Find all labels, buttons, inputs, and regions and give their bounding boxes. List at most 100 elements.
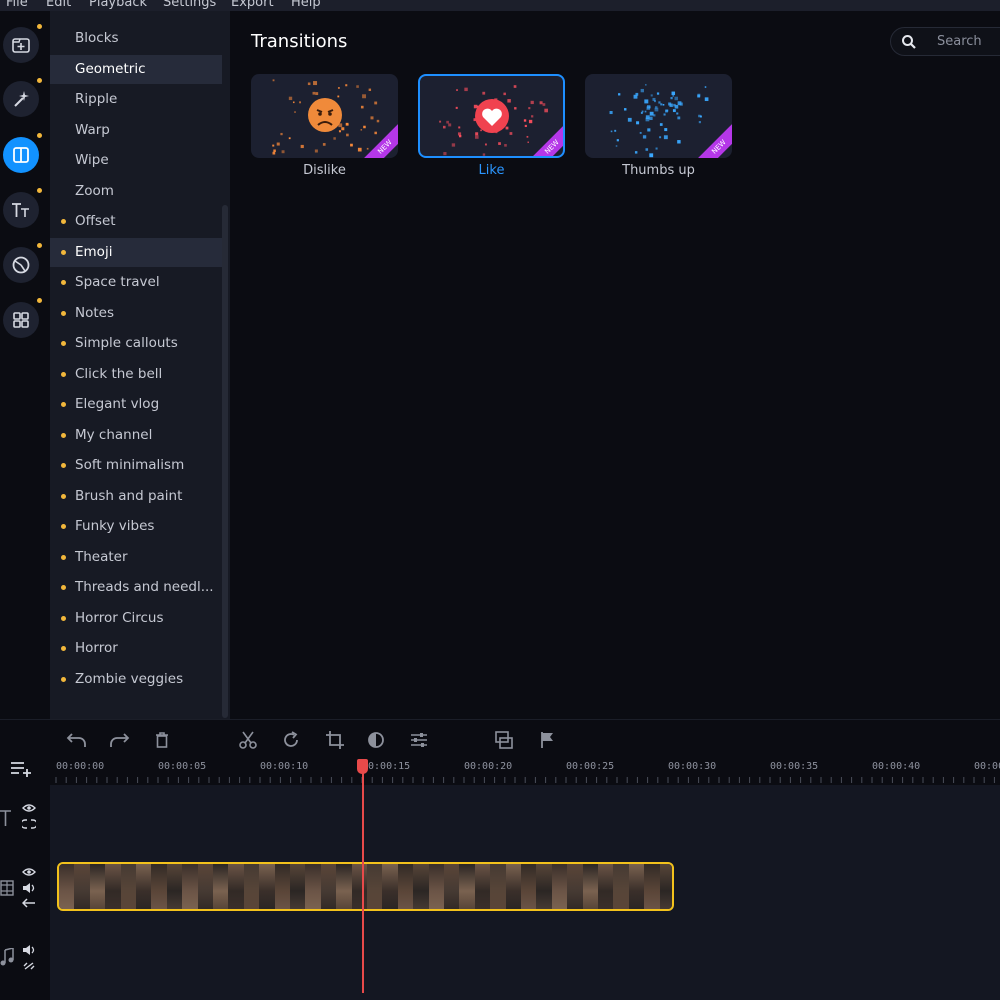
category-item[interactable]: Notes <box>50 299 222 328</box>
clip-frame <box>598 864 614 909</box>
playhead-handle[interactable] <box>357 759 368 774</box>
category-item[interactable]: Soft minimalism <box>50 451 222 480</box>
transition-thumb-dislike[interactable]: NEW <box>251 74 398 158</box>
category-item[interactable]: Emoji <box>50 237 222 267</box>
category-item[interactable]: Click the bell <box>50 360 222 389</box>
clip-frame <box>120 864 137 909</box>
clip-frame <box>290 864 306 909</box>
undo-button[interactable] <box>66 729 88 751</box>
eye-icon[interactable] <box>22 867 36 877</box>
unlink-icon[interactable] <box>22 960 36 972</box>
category-item[interactable]: Theater <box>50 543 222 572</box>
rotate-button[interactable] <box>280 729 302 751</box>
category-item[interactable]: Horror <box>50 634 222 663</box>
volume-icon[interactable] <box>22 944 36 956</box>
add-track-icon <box>11 762 31 777</box>
category-item[interactable]: Elegant vlog <box>50 390 222 419</box>
category-item[interactable]: Threads and needl... <box>50 573 222 602</box>
crop-button[interactable] <box>324 729 346 751</box>
color-adjust-button[interactable] <box>365 729 387 751</box>
clip-frame <box>490 864 507 909</box>
category-item[interactable]: Horror Circus <box>50 604 222 633</box>
magic-wand-icon <box>14 91 29 107</box>
arrow-left-icon[interactable] <box>22 898 36 908</box>
transition-thumb-like[interactable]: NEW <box>418 74 565 158</box>
clip-frame <box>197 864 214 909</box>
clip-frame <box>659 864 672 909</box>
search-input[interactable]: Search <box>890 27 1000 56</box>
stickers-icon <box>12 256 30 274</box>
category-item[interactable]: Geometric <box>50 54 222 84</box>
link-icon[interactable] <box>22 819 36 829</box>
redo-button[interactable] <box>108 729 130 751</box>
category-item[interactable]: My channel <box>50 421 222 450</box>
category-item[interactable]: Blocks <box>50 24 222 53</box>
clip-frame <box>444 864 460 909</box>
timeline-ruler[interactable]: 00:00:00 00:00:05 00:00:10 00:00:15 00:00:20… <box>50 759 1000 785</box>
eye-icon[interactable] <box>22 803 36 813</box>
ruler-tick-label: 00:00:20 <box>464 761 513 772</box>
category-label: Wipe <box>75 152 109 168</box>
category-item[interactable]: Zoom <box>50 177 222 206</box>
audio-track-header <box>0 924 50 1000</box>
title-track[interactable] <box>50 785 1000 852</box>
menu-export[interactable]: Export <box>231 0 274 10</box>
delete-button[interactable] <box>151 729 173 751</box>
transitions-button[interactable] <box>3 137 39 173</box>
menu-edit[interactable]: Edit <box>46 0 71 10</box>
scissors-icon <box>239 731 257 749</box>
cut-button[interactable] <box>237 729 259 751</box>
clip-frame <box>428 864 445 909</box>
import-button[interactable] <box>3 27 39 63</box>
clip-frame <box>582 864 599 909</box>
overlay-button[interactable] <box>493 729 515 751</box>
video-track-header <box>0 852 50 924</box>
grid-icon <box>13 312 29 328</box>
more-tools-button[interactable] <box>3 302 39 338</box>
category-item[interactable]: Funky vibes <box>50 512 222 541</box>
volume-icon[interactable] <box>22 882 36 894</box>
category-item[interactable]: Warp <box>50 116 222 145</box>
ruler-tick-label: 00:00:00 <box>56 761 105 772</box>
menu-help[interactable]: Help <box>291 0 321 10</box>
marker-button[interactable] <box>536 729 558 751</box>
new-indicator-dot <box>61 524 66 529</box>
category-label: Threads and needl... <box>75 579 214 595</box>
filters-button[interactable] <box>3 81 39 117</box>
category-item[interactable]: Wipe <box>50 146 222 175</box>
menu-playback[interactable]: Playback <box>89 0 147 10</box>
clip-frame <box>320 864 337 909</box>
ruler-tick-label: 00:00 <box>974 761 1000 772</box>
video-clip[interactable] <box>57 862 674 911</box>
category-item[interactable]: Brush and paint <box>50 482 222 511</box>
clip-frame <box>228 864 245 909</box>
category-scrollbar[interactable] <box>222 205 228 718</box>
clip-frame <box>367 864 383 909</box>
titles-button[interactable] <box>3 192 39 228</box>
category-item[interactable]: Offset <box>50 207 222 236</box>
flag-icon <box>541 732 553 748</box>
clip-frame <box>413 864 430 909</box>
ruler-tick-label: 00:00:15 <box>362 761 411 772</box>
category-label: Funky vibes <box>75 518 155 534</box>
clip-properties-button[interactable] <box>408 729 430 751</box>
clip-frame <box>259 864 276 909</box>
category-item[interactable]: Space travel <box>50 268 222 297</box>
transition-thumb-thumbs-up[interactable]: NEW <box>585 74 732 158</box>
menu-file[interactable]: File <box>6 0 28 10</box>
clip-frame <box>166 864 183 909</box>
clip-frame <box>382 864 399 909</box>
category-item[interactable]: Zombie veggies <box>50 665 222 694</box>
add-track-button[interactable] <box>10 760 34 782</box>
category-item[interactable]: Simple callouts <box>50 329 222 358</box>
category-item[interactable]: Ripple <box>50 85 222 114</box>
stickers-button[interactable] <box>3 247 39 283</box>
menu-settings[interactable]: Settings <box>163 0 216 10</box>
ruler-tick-label: 00:00:35 <box>770 761 819 772</box>
new-indicator-dot <box>61 585 66 590</box>
clip-frame <box>182 864 199 909</box>
audio-track[interactable] <box>50 924 1000 1000</box>
category-label: Blocks <box>75 30 119 46</box>
transitions-icon <box>13 147 29 163</box>
clip-frame <box>397 864 414 909</box>
